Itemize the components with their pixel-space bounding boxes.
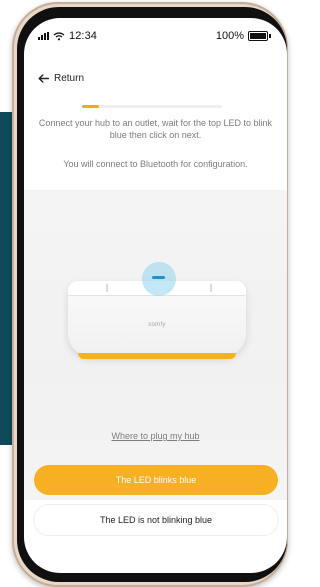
progress-bar bbox=[82, 105, 222, 108]
led-indicator bbox=[152, 276, 165, 279]
wifi-icon bbox=[53, 31, 65, 40]
instruction-text: Connect your hub to an outlet, wait for … bbox=[38, 118, 273, 140]
led-not-blinking-button[interactable]: The LED is not blinking blue bbox=[34, 505, 278, 535]
status-time: 12:34 bbox=[69, 30, 98, 42]
status-left: 12:34 bbox=[38, 30, 97, 42]
arrow-left-icon bbox=[38, 74, 49, 83]
phone-screen: 12:34 100% Return Connect your hub to an… bbox=[24, 18, 287, 573]
progress-fill bbox=[82, 105, 99, 108]
hub-slot bbox=[106, 284, 108, 292]
status-bar: 12:34 100% bbox=[24, 18, 287, 52]
hub-accent-band bbox=[78, 353, 236, 359]
status-right: 100% bbox=[216, 30, 271, 42]
battery-percent: 100% bbox=[215, 30, 244, 42]
battery-icon bbox=[248, 31, 268, 41]
hub-slot bbox=[210, 284, 212, 292]
signal-icon bbox=[38, 32, 49, 40]
return-label: Return bbox=[54, 73, 85, 84]
hub-illustration-area: somfy bbox=[24, 190, 287, 500]
hub-logo: somfy bbox=[148, 322, 166, 328]
where-to-plug-link[interactable]: Where to plug my hub bbox=[24, 431, 287, 441]
battery-tip bbox=[269, 34, 271, 38]
return-button[interactable]: Return bbox=[38, 73, 84, 84]
led-blinks-button[interactable]: The LED blinks blue bbox=[34, 465, 278, 495]
led-glow bbox=[142, 262, 176, 296]
bluetooth-note: You will connect to Bluetooth for config… bbox=[63, 159, 248, 169]
